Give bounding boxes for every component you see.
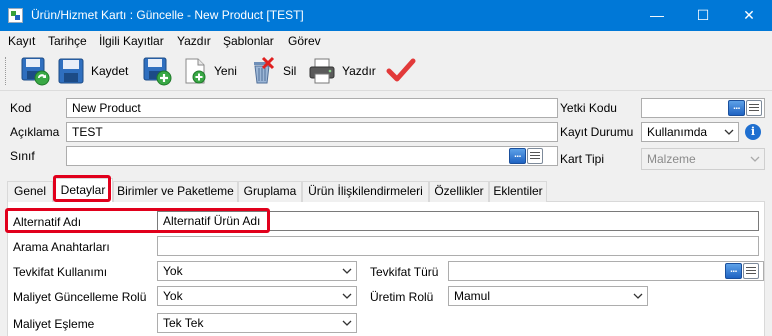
- delete-bin-icon[interactable]: [247, 56, 277, 86]
- window-title: Ürün/Hizmet Kartı : Güncelle - New Produ…: [31, 8, 304, 22]
- tevkifat-turu-list-button[interactable]: [743, 263, 759, 279]
- printer-icon[interactable]: [307, 56, 337, 86]
- sinif-lookup-button[interactable]: ...: [509, 148, 526, 164]
- tevkifat-kullanimi-value: Yok: [163, 264, 183, 278]
- menu-yazdir[interactable]: Yazdır: [177, 34, 211, 48]
- yetki-kodu-list-button[interactable]: [746, 100, 762, 116]
- maliyet-guncelleme-rolu-value: Yok: [163, 289, 183, 303]
- chevron-down-icon: [750, 156, 760, 162]
- tevkifat-turu-label: Tevkifat Türü: [370, 265, 439, 279]
- kart-tipi-select: Malzeme: [641, 148, 765, 170]
- menu-bar: Kayıt Tarihçe İlgili Kayıtlar Yazdır Şab…: [0, 31, 772, 51]
- kayit-durumu-select[interactable]: Kullanımda: [641, 122, 739, 142]
- maliyet-guncelleme-rolu-label: Maliyet Güncelleme Rolü: [13, 290, 147, 304]
- kart-tipi-label: Kart Tipi: [560, 152, 605, 166]
- menu-gorev[interactable]: Görev: [288, 34, 321, 48]
- chevron-down-icon: [342, 268, 352, 274]
- new-document-icon[interactable]: [180, 56, 210, 86]
- menu-tarihce[interactable]: Tarihçe: [48, 34, 87, 48]
- tab-urun-iliskilendirmeleri[interactable]: Ürün İlişkilendirmeleri: [302, 181, 429, 202]
- highlight-detaylar-tab: [53, 175, 111, 202]
- chevron-down-icon: [342, 293, 352, 299]
- tab-genel[interactable]: Genel: [7, 181, 53, 202]
- tab-strip: Genel Detaylar Birimler ve Paketleme Gru…: [7, 178, 765, 203]
- new-button[interactable]: Yeni: [214, 64, 237, 78]
- highlight-alternatif-adi: [5, 208, 270, 233]
- save-refresh-icon[interactable]: [20, 56, 50, 86]
- print-button[interactable]: Yazdır: [342, 64, 376, 78]
- tevkifat-turu-input[interactable]: [448, 261, 764, 281]
- tevkifat-kullanimi-label: Tevkifat Kullanımı: [13, 265, 108, 279]
- arama-anahtarlari-input[interactable]: [157, 236, 759, 256]
- chevron-down-icon: [633, 293, 643, 299]
- maliyet-esleme-label: Maliyet Eşleme: [13, 317, 95, 331]
- maximize-button[interactable]: ☐: [680, 0, 726, 31]
- sinif-input[interactable]: [66, 146, 558, 166]
- tevkifat-kullanimi-select[interactable]: Yok: [157, 261, 357, 281]
- toolbar: Kaydet Yeni Sil Yazdır: [0, 51, 772, 91]
- minimize-button[interactable]: —: [634, 0, 680, 31]
- chevron-down-icon: [342, 320, 352, 326]
- kart-tipi-value: Malzeme: [647, 152, 696, 166]
- kayit-durumu-value: Kullanımda: [647, 125, 708, 139]
- app-icon: [8, 8, 23, 23]
- kod-input[interactable]: New Product: [66, 98, 558, 118]
- tab-ozellikler[interactable]: Özellikler: [429, 181, 489, 202]
- menu-kayit[interactable]: Kayıt: [8, 34, 35, 48]
- chevron-down-icon: [724, 129, 734, 135]
- tab-birimler-ve-paketleme[interactable]: Birimler ve Paketleme: [113, 181, 238, 202]
- save-button[interactable]: Kaydet: [91, 64, 128, 78]
- delete-button[interactable]: Sil: [283, 64, 296, 78]
- close-button[interactable]: ✕: [726, 0, 772, 31]
- info-icon[interactable]: i: [745, 124, 761, 140]
- toolbar-grip[interactable]: [5, 57, 8, 85]
- menu-ilgili-kayitlar[interactable]: İlgili Kayıtlar: [99, 34, 164, 48]
- menu-sablonlar[interactable]: Şablonlar: [223, 34, 274, 48]
- maliyet-guncelleme-rolu-select[interactable]: Yok: [157, 286, 357, 306]
- title-bar: Ürün/Hizmet Kartı : Güncelle - New Produ…: [0, 0, 772, 31]
- maliyet-esleme-select[interactable]: Tek Tek: [157, 313, 357, 333]
- arama-anahtarlari-label: Arama Anahtarları: [13, 240, 110, 254]
- approve-check-icon[interactable]: [386, 56, 416, 86]
- uretim-rolu-select[interactable]: Mamul: [448, 286, 648, 306]
- sinif-list-button[interactable]: [527, 148, 543, 164]
- tab-gruplama[interactable]: Gruplama: [238, 181, 302, 202]
- tab-eklentiler[interactable]: Eklentiler: [489, 181, 547, 202]
- tevkifat-turu-lookup-button[interactable]: ...: [725, 263, 742, 279]
- kayit-durumu-label: Kayıt Durumu: [560, 125, 634, 139]
- save-icon[interactable]: [56, 56, 86, 86]
- save-new-icon[interactable]: [142, 56, 172, 86]
- yetki-kodu-label: Yetki Kodu: [560, 101, 617, 115]
- sinif-label: Sınıf: [10, 149, 35, 163]
- kod-label: Kod: [10, 101, 32, 115]
- uretim-rolu-value: Mamul: [454, 289, 491, 303]
- aciklama-input[interactable]: TEST: [66, 122, 558, 142]
- maliyet-esleme-value: Tek Tek: [163, 316, 204, 330]
- yetki-kodu-lookup-button[interactable]: ...: [728, 100, 745, 116]
- aciklama-label: Açıklama: [10, 125, 60, 139]
- uretim-rolu-label: Üretim Rolü: [370, 290, 434, 304]
